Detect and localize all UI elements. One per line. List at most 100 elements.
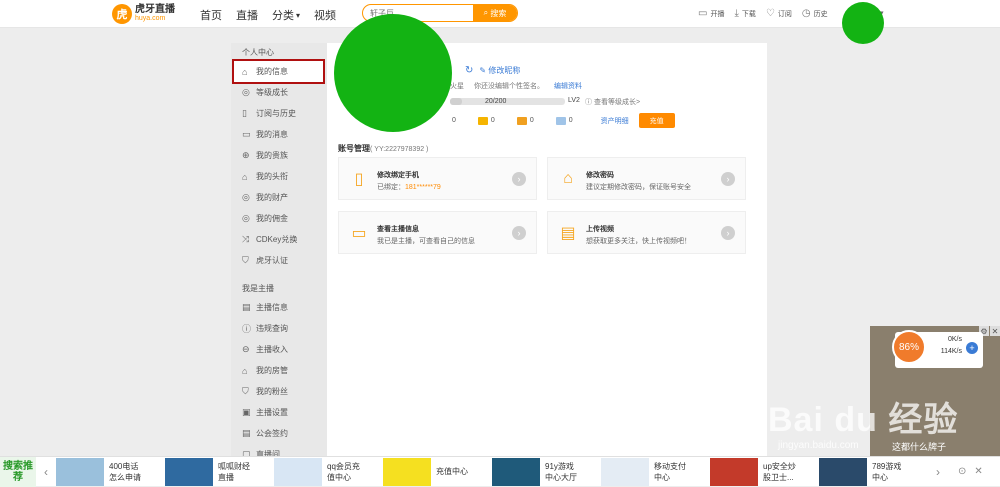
sidebar-item[interactable]: ▤ 公会签约 xyxy=(231,423,327,444)
chevron-right-icon[interactable]: › xyxy=(512,172,526,186)
toolbar-history[interactable]: ◷ 历史 xyxy=(802,8,828,19)
recommend-item[interactable]: 91y游戏 中心大厅 xyxy=(492,457,601,487)
sidebar-item-label: 等级成长 xyxy=(256,88,288,97)
toolbar-download[interactable]: ⤓ 下载 xyxy=(734,8,755,19)
chevron-right-icon[interactable]: › xyxy=(928,465,948,479)
sidebar-item-icon: ◎ xyxy=(242,192,250,202)
card-change-phone[interactable]: ▯ 修改绑定手机 已绑定：181******79 › xyxy=(338,157,537,200)
sidebar-item-icon: ▤ xyxy=(242,302,251,312)
sidebar-item[interactable]: ⌂ 我的信息 xyxy=(232,59,325,84)
signature-text[interactable]: 你还没编辑个性签名。 xyxy=(474,81,544,91)
asset-item: 0 xyxy=(516,116,534,125)
recommend-item[interactable]: 呱呱财经 直播 xyxy=(165,457,274,487)
card-change-password[interactable]: ⌂ 修改密码 建议定期修改密码，保证账号安全 › xyxy=(547,157,746,200)
sidebar-item-label: 主播信息 xyxy=(256,303,288,312)
sidebar-item[interactable]: ▤ 主播信息 xyxy=(231,297,327,318)
card-title: 上传视频 xyxy=(586,226,614,233)
baidu-watermark: Bai du 经验 xyxy=(768,401,959,439)
asset-detail-link[interactable]: 资产明细 xyxy=(601,116,629,126)
sidebar-item[interactable]: ⊕ 我的贵族 xyxy=(231,145,327,166)
chevron-right-icon[interactable]: › xyxy=(512,226,526,240)
memory-percent[interactable]: 86% xyxy=(892,330,926,364)
edit-profile-link[interactable]: 编辑资料 xyxy=(554,81,582,91)
sidebar-item[interactable]: ◎ 等级成长 xyxy=(231,82,327,103)
level-progress-fill xyxy=(450,98,462,105)
refresh-icon[interactable]: ⊙ xyxy=(958,466,966,477)
sidebar-item-label: 公会签约 xyxy=(256,429,288,438)
sidebar-item-icon: ▣ xyxy=(242,407,251,417)
sidebar-item-label: 我的粉丝 xyxy=(256,387,288,396)
sidebar-item-icon: ⓘ xyxy=(242,324,252,334)
nav-category[interactable]: 分类 ▾ xyxy=(272,7,300,23)
card-upload-video[interactable]: ▤ 上传视频 想获取更多关注，快上传视频吧！ › xyxy=(547,211,746,254)
download-icon: ⤓ xyxy=(734,8,739,19)
chevron-left-icon[interactable]: ‹ xyxy=(36,465,56,479)
bound-phone-number: 181******79 xyxy=(405,184,441,191)
recommend-item[interactable]: qq会员充 值中心 xyxy=(274,457,383,487)
profile-avatar[interactable] xyxy=(334,14,452,132)
recommend-item[interactable]: 400电话 怎么申请 xyxy=(56,457,165,487)
search-button[interactable]: ⌕ 搜索 xyxy=(473,5,517,21)
card-anchor-info[interactable]: ▭ 查看主播信息 我已是主播，可查看自己的信息 › xyxy=(338,211,537,254)
level-progress-text: 20/200 xyxy=(485,98,507,105)
sidebar-item[interactable]: ⛉ 虎牙认证 xyxy=(231,250,327,271)
close-icon[interactable]: ✕ xyxy=(990,326,1000,336)
sidebar-item[interactable]: ▯ 订阅与历史 xyxy=(231,103,327,124)
watermark-url: jingyan.baidu.com xyxy=(778,440,859,451)
recommend-item[interactable]: 789游戏 中心 xyxy=(819,457,928,487)
sidebar-item[interactable]: ▣ 主播设置 xyxy=(231,402,327,423)
recommend-item[interactable]: 充值中心 xyxy=(383,457,492,487)
recommend-item[interactable]: 移动支付 中心 xyxy=(601,457,710,487)
sidebar-item-label: 我的财产 xyxy=(256,193,288,202)
sidebar-item-icon: ▤ xyxy=(242,428,251,438)
check-level-link[interactable]: ⓘ 查看等级成长> xyxy=(585,97,640,107)
nav-home[interactable]: 首页 xyxy=(200,7,222,23)
sidebar-item[interactable]: ⊖ 主播收入 xyxy=(231,339,327,360)
recommend-thumbnail xyxy=(819,457,867,486)
sidebar-item-icon: ⌂ xyxy=(242,171,248,182)
sidebar-item[interactable]: ◎ 我的佣金 xyxy=(231,208,327,229)
toolbar-subscribe[interactable]: ♡ 订阅 xyxy=(766,8,792,19)
chevron-right-icon[interactable]: › xyxy=(721,172,735,186)
sidebar-item[interactable]: ⌂ 我的房管 xyxy=(231,360,327,381)
sidebar-item[interactable]: ▭ 我的消息 xyxy=(231,124,327,145)
recommend-text: 充值中心 xyxy=(436,467,468,476)
asset-item: 0 xyxy=(555,116,573,125)
chevron-right-icon[interactable]: › xyxy=(721,226,735,240)
recharge-button[interactable]: 充值 xyxy=(638,113,675,128)
recommend-text: up安全炒 股卫士... xyxy=(763,461,796,482)
account-section-title: 账号管理( YY:2227978392 ) xyxy=(338,144,429,153)
coupon-icon xyxy=(477,116,488,125)
sidebar-item-label: 违规查询 xyxy=(256,324,288,333)
user-avatar[interactable] xyxy=(842,2,884,44)
header-toolbar: ▭ 开播 ⤓ 下载 ♡ 订阅 ◷ 历史 xyxy=(698,8,838,19)
card-title: 修改密码 xyxy=(586,172,614,179)
yy-number: ( YY:2227978392 ) xyxy=(370,146,429,153)
sidebar-item[interactable]: ⛉ 我的粉丝 xyxy=(231,381,327,402)
logo-subtitle: huya.com xyxy=(135,15,166,22)
close-icon[interactable]: ✕ xyxy=(974,466,982,477)
toolbar-start-live[interactable]: ▭ 开播 xyxy=(698,8,724,19)
sidebar-item[interactable]: ⤨ CDKey兑换 xyxy=(231,229,327,250)
huya-logo[interactable]: 虎 虎牙直播 huya.com xyxy=(112,4,175,24)
sidebar: 个人中心 ⌂ 我的信息 ◎ 等级成长 ▯ 订阅与历史 ▭ 我的消息 ⊕ 我的贵族 ⌂ 我的头衔 ◎ 我的财… xyxy=(231,43,327,459)
recommend-item[interactable]: up安全炒 股卫士... xyxy=(710,457,819,487)
plus-icon[interactable]: + xyxy=(966,342,978,354)
nav-video[interactable]: 视频 xyxy=(314,7,336,23)
nav-live[interactable]: 直播 xyxy=(236,7,258,23)
recommend-thumbnail xyxy=(601,457,649,486)
edit-nickname-link[interactable]: 修改昵称 xyxy=(488,65,520,76)
sidebar-item[interactable]: ⌂ 我的头衔 xyxy=(231,166,327,187)
level-badge: LV2 xyxy=(568,97,580,104)
sidebar-item[interactable]: ⓘ 违规查询 xyxy=(231,318,327,339)
sidebar-item[interactable]: ◎ 我的财产 xyxy=(231,187,327,208)
recommend-thumbnail xyxy=(383,457,431,486)
recommend-thumbnail xyxy=(165,457,213,486)
video-icon: ▭ xyxy=(698,8,708,19)
ad-caption: 这都什么牌子 xyxy=(892,442,947,452)
recommend-text: 91y游戏 中心大厅 xyxy=(545,461,577,482)
sidebar-item-icon: ⌂ xyxy=(242,365,248,376)
refresh-icon[interactable]: ↻ xyxy=(465,65,473,76)
upload-speed: 0K/s xyxy=(947,336,962,343)
recommend-text: 400电话 怎么申请 xyxy=(109,461,141,482)
